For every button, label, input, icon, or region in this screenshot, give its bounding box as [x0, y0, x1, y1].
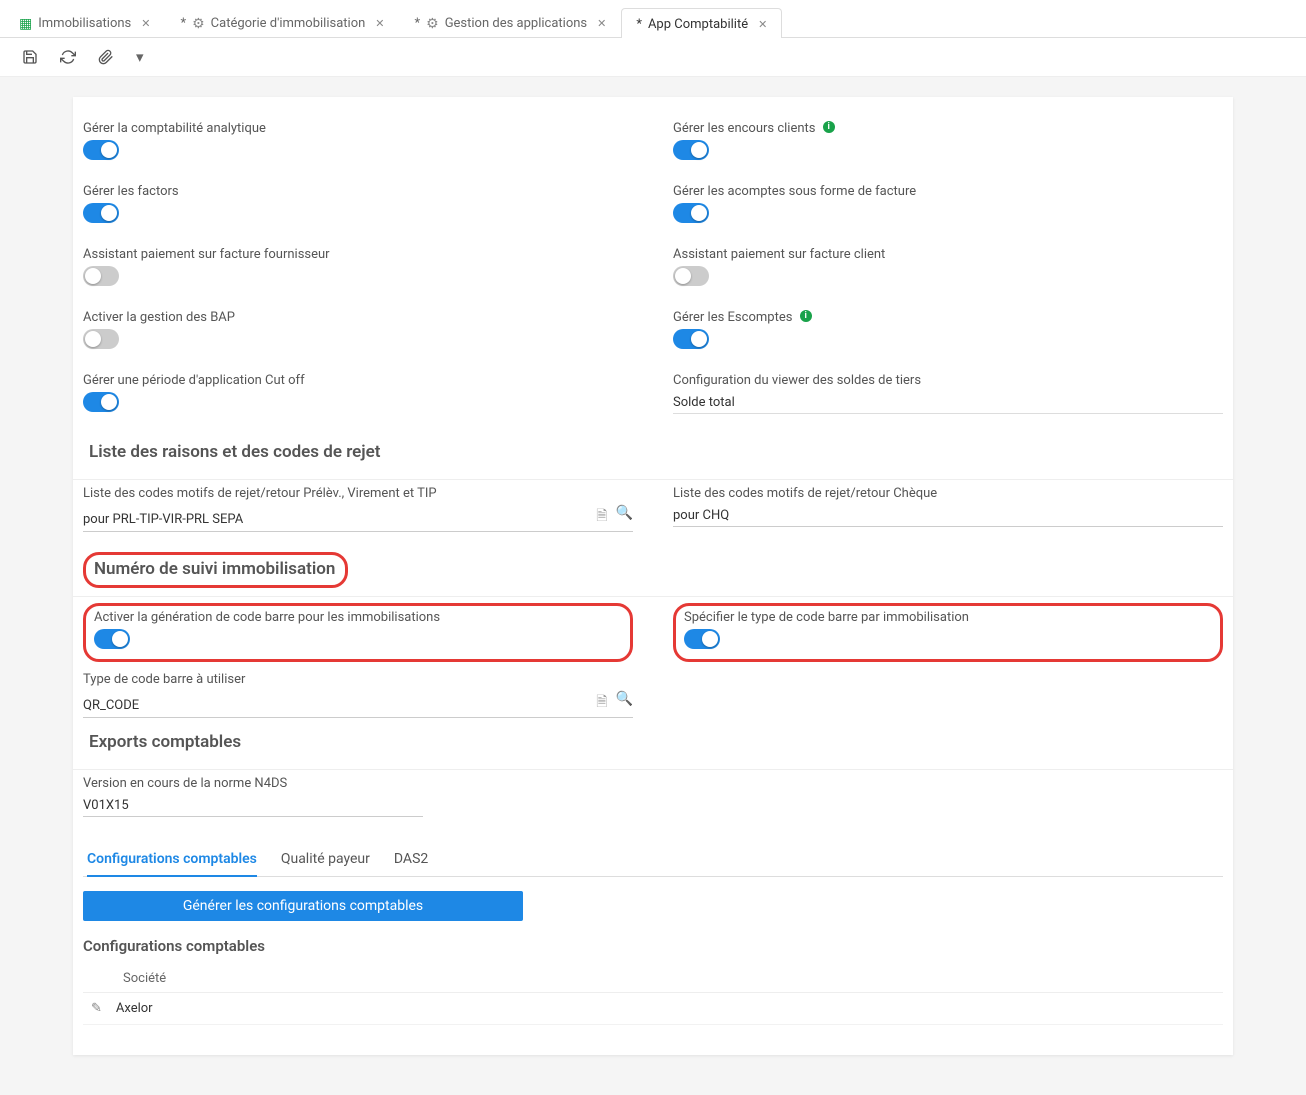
- reject-left-input[interactable]: pour PRL-TIP-VIR-PRL SEPA 🗎 🔍: [83, 505, 633, 532]
- highlight-gen-barcode: Activer la génération de code barre pour…: [83, 603, 633, 662]
- close-icon[interactable]: ✕: [375, 17, 384, 30]
- label-viewer: Configuration du viewer des soldes de ti…: [673, 373, 1223, 388]
- label-analytic: Gérer la comptabilité analytique: [83, 121, 633, 136]
- label-assist-client: Assistant paiement sur facture client: [673, 247, 1223, 262]
- toggle-assist-supplier[interactable]: [83, 266, 119, 286]
- tab-immobilisations[interactable]: ▦ Immobilisations ✕: [4, 7, 165, 37]
- search-icon[interactable]: 🔍: [616, 505, 633, 529]
- reject-right-label: Liste des codes motifs de rejet/retour C…: [673, 486, 1223, 501]
- edit-icon[interactable]: ✎: [91, 1001, 102, 1016]
- toggle-escomptes[interactable]: [673, 329, 709, 349]
- gear-icon: ⚙: [426, 17, 439, 31]
- n4ds-label: Version en cours de la norme N4DS: [83, 776, 423, 791]
- table-icon: ▦: [19, 17, 32, 31]
- label-escomptes: Gérer les Escomptes i: [673, 310, 1223, 325]
- tab-label: Immobilisations: [38, 16, 131, 31]
- toggle-cutoff[interactable]: [83, 392, 119, 412]
- label-text: Gérer les encours clients: [673, 121, 816, 136]
- generate-configs-button[interactable]: Générer les configurations comptables: [83, 891, 523, 921]
- configs-header: Société: [83, 965, 1223, 993]
- toggle-per-asset-barcode[interactable]: [684, 629, 720, 649]
- refresh-icon[interactable]: [60, 49, 76, 65]
- sub-tabs: Configurations comptables Qualité payeur…: [83, 841, 1223, 877]
- label-assist-supplier: Assistant paiement sur facture fournisse…: [83, 247, 633, 262]
- label-acomptes: Gérer les acomptes sous forme de facture: [673, 184, 1223, 199]
- subtab-configs[interactable]: Configurations comptables: [87, 841, 257, 877]
- label-bap: Activer la gestion des BAP: [83, 310, 633, 325]
- tab-label: Catégorie d'immobilisation: [211, 16, 366, 31]
- n4ds-value[interactable]: V01X15: [83, 795, 423, 817]
- toggle-analytic[interactable]: [83, 140, 119, 160]
- tab-label: Gestion des applications: [445, 16, 587, 31]
- subtab-das2[interactable]: DAS2: [394, 841, 428, 876]
- tracking-type-label: Type de code barre à utiliser: [83, 672, 633, 687]
- company-name: Axelor: [116, 1001, 153, 1016]
- toggle-assist-client[interactable]: [673, 266, 709, 286]
- subtab-qualite[interactable]: Qualité payeur: [281, 841, 370, 876]
- highlight-section-title: Numéro de suivi immobilisation: [83, 552, 348, 588]
- reject-right-value[interactable]: pour CHQ: [673, 505, 1223, 527]
- toggle-factors[interactable]: [83, 203, 119, 223]
- dropdown-caret-icon[interactable]: ▾: [136, 48, 144, 66]
- tracking-type-input[interactable]: QR_CODE 🗎 🔍: [83, 691, 633, 718]
- toggle-encours[interactable]: [673, 140, 709, 160]
- tracking-per-asset-label: Spécifier le type de code barre par immo…: [684, 610, 1210, 625]
- info-icon[interactable]: i: [823, 121, 835, 133]
- tab-bar: ▦ Immobilisations ✕ * ⚙ Catégorie d'immo…: [0, 0, 1306, 38]
- save-icon[interactable]: [22, 49, 38, 65]
- document-icon[interactable]: 🗎: [596, 505, 607, 529]
- value-viewer[interactable]: Solde total: [673, 392, 1223, 414]
- dirty-indicator: *: [180, 16, 186, 31]
- table-row[interactable]: ✎ Axelor: [83, 993, 1223, 1025]
- label-text: Gérer les Escomptes: [673, 310, 792, 325]
- attach-icon[interactable]: [98, 49, 114, 65]
- toolbar: ▾: [0, 38, 1306, 77]
- info-icon[interactable]: i: [800, 310, 812, 322]
- document-icon[interactable]: 🗎: [596, 691, 607, 715]
- tracking-gen-label: Activer la génération de code barre pour…: [94, 610, 620, 625]
- tab-gestion-applications[interactable]: * ⚙ Gestion des applications ✕: [400, 7, 622, 37]
- tab-app-comptabilite[interactable]: * App Comptabilité ✕: [621, 8, 782, 38]
- label-factors: Gérer les factors: [83, 184, 633, 199]
- reject-left-label: Liste des codes motifs de rejet/retour P…: [83, 486, 633, 501]
- toggle-bap[interactable]: [83, 329, 119, 349]
- reject-left-value: pour PRL-TIP-VIR-PRL SEPA: [83, 510, 596, 529]
- dirty-indicator: *: [636, 17, 642, 32]
- toggle-acomptes[interactable]: [673, 203, 709, 223]
- close-icon[interactable]: ✕: [758, 18, 767, 31]
- section-tracking-title: Numéro de suivi immobilisation: [94, 559, 335, 579]
- close-icon[interactable]: ✕: [141, 17, 150, 30]
- section-reject-title: Liste des raisons et des codes de rejet: [73, 428, 1233, 475]
- section-exports-title: Exports comptables: [73, 718, 1233, 765]
- tab-label: App Comptabilité: [648, 17, 748, 32]
- highlight-per-asset: Spécifier le type de code barre par immo…: [673, 603, 1223, 662]
- close-icon[interactable]: ✕: [597, 17, 606, 30]
- gear-icon: ⚙: [192, 17, 205, 31]
- label-cutoff: Gérer une période d'application Cut off: [83, 373, 633, 388]
- label-encours: Gérer les encours clients i: [673, 121, 1223, 136]
- form-panel: Gérer la comptabilité analytique Gérer l…: [73, 97, 1233, 1055]
- toggle-gen-barcode[interactable]: [94, 629, 130, 649]
- search-icon[interactable]: 🔍: [616, 691, 633, 715]
- configs-title: Configurations comptables: [83, 937, 1223, 955]
- tab-categorie[interactable]: * ⚙ Catégorie d'immobilisation ✕: [165, 7, 399, 37]
- tracking-type-value: QR_CODE: [83, 696, 596, 715]
- dirty-indicator: *: [415, 16, 421, 31]
